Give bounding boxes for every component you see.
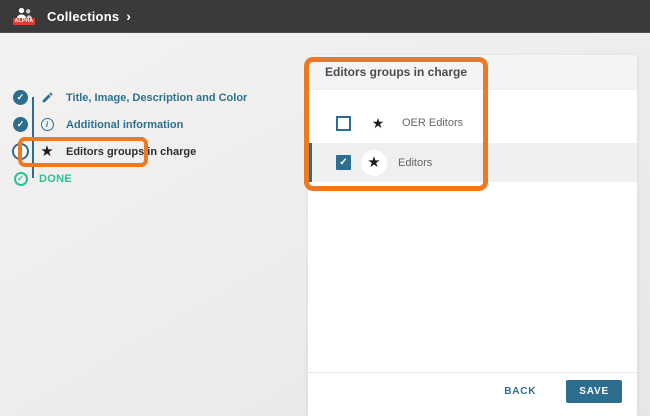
save-button[interactable]: SAVE <box>566 380 622 403</box>
info-icon: i <box>38 118 56 131</box>
top-bar: ALPHA Collections › <box>0 0 650 33</box>
editors-groups-panel: Editors groups in charge ★ OER Editors ✓… <box>308 55 637 416</box>
star-icon: ★ <box>38 144 56 159</box>
breadcrumb-collections[interactable]: Collections <box>47 9 119 24</box>
stepper-item-title-image[interactable]: ✓ Title, Image, Description and Color <box>12 84 302 111</box>
wizard-stepper: ✓ Title, Image, Description and Color ✓ … <box>12 84 302 192</box>
star-icon: ★ <box>361 150 387 176</box>
stepper-label: Editors groups in charge <box>66 146 196 158</box>
step-active-icon <box>12 143 29 160</box>
stepper-label: DONE <box>39 173 72 185</box>
chevron-right-icon: › <box>126 9 131 23</box>
app-logo[interactable]: ALPHA <box>10 7 38 25</box>
checkbox-editors[interactable]: ✓ <box>336 155 351 170</box>
group-label: Editors <box>398 157 432 169</box>
star-icon: ★ <box>365 116 391 130</box>
checkbox-oer-editors[interactable] <box>336 116 351 131</box>
app-window: ALPHA Collections › ✓ Title, Image, Desc… <box>0 0 650 416</box>
panel-footer: BACK SAVE <box>504 380 622 403</box>
stepper-label: Title, Image, Description and Color <box>66 92 247 104</box>
panel-title: Editors groups in charge <box>325 65 467 79</box>
footer-divider <box>308 372 637 373</box>
panel-header: Editors groups in charge <box>308 55 637 90</box>
group-label: OER Editors <box>402 117 463 129</box>
pencil-icon <box>38 91 56 104</box>
stepper-label: Additional information <box>66 119 183 131</box>
group-row-oer-editors[interactable]: ★ OER Editors <box>308 105 637 141</box>
step-completed-icon: ✓ <box>13 117 28 132</box>
group-row-editors[interactable]: ✓ ★ Editors <box>308 143 637 182</box>
stepper-item-additional-info[interactable]: ✓ i Additional information <box>12 111 302 138</box>
stepper-item-editors-groups[interactable]: ★ Editors groups in charge <box>12 138 302 165</box>
step-done-icon: ✓ <box>14 172 28 186</box>
alpha-badge: ALPHA <box>13 18 36 25</box>
step-completed-icon: ✓ <box>13 90 28 105</box>
back-button[interactable]: BACK <box>504 386 536 397</box>
stepper-item-done[interactable]: ✓ DONE <box>12 165 302 192</box>
